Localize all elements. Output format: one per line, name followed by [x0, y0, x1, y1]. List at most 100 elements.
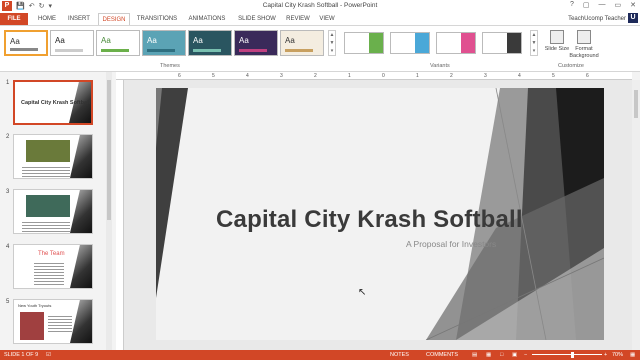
thumbnails-scrollbar[interactable]: [106, 72, 112, 350]
slide-thumbnail-4[interactable]: The Team: [13, 244, 93, 289]
format-background-button[interactable]: Format Background: [566, 30, 602, 60]
format-background-label: Format Background: [569, 46, 599, 59]
slide-title[interactable]: Capital City Krash Softball: [216, 206, 523, 234]
theme-sample-text: Aa: [239, 36, 249, 45]
theme-color-bar: [285, 49, 313, 52]
ruler-tick-label: 4: [518, 73, 521, 79]
tab-slide-show[interactable]: SLIDE SHOW: [236, 13, 278, 25]
variant-thumbnail[interactable]: [482, 32, 522, 54]
theme-thumbnail[interactable]: Aa: [4, 30, 48, 56]
ruler-tick-label: 3: [484, 73, 487, 79]
minimize-icon[interactable]: —: [599, 1, 606, 9]
thumb-title: Capital City Krash Softball: [21, 100, 91, 106]
ruler-tick-label: 3: [280, 73, 283, 79]
variant-thumbnail[interactable]: [344, 32, 384, 54]
theme-sample-text: Aa: [285, 36, 295, 45]
window-controls: ? ▢ — ▭ ✕: [570, 1, 636, 9]
slide-thumbnail-5[interactable]: New Youth Tryouts: [13, 299, 93, 344]
ruler-tick-label: 1: [416, 73, 419, 79]
theme-thumbnail[interactable]: Aa: [142, 30, 186, 56]
slide-thumbnails-pane: 1 Capital City Krash Softball 2 3 4 The …: [0, 72, 112, 350]
ribbon-display-icon[interactable]: ▢: [583, 1, 590, 9]
theme-thumbnail[interactable]: Aa: [50, 30, 94, 56]
tab-view[interactable]: VIEW: [316, 13, 338, 25]
theme-thumbnail[interactable]: Aa: [96, 30, 140, 56]
themes-gallery-scroll[interactable]: ▲ ▼ ▾: [328, 30, 336, 56]
help-icon[interactable]: ?: [570, 1, 574, 9]
thumb-number: 4: [6, 244, 10, 250]
slide-thumbnail-1[interactable]: Capital City Krash Softball: [13, 80, 93, 125]
zoom-out-icon[interactable]: −: [524, 352, 527, 358]
restore-icon[interactable]: ▭: [615, 1, 622, 9]
team-photo: [26, 140, 70, 162]
customize-group-label: Customize: [558, 63, 584, 69]
scroll-thumb[interactable]: [634, 90, 638, 118]
title-bar: P 💾 ↶ ↻ ▾ Capital City Krash Softball - …: [0, 0, 640, 12]
zoom-slider[interactable]: [532, 354, 602, 355]
slide-size-icon: [550, 30, 564, 44]
thumb-number: 3: [6, 189, 10, 195]
theme-color-bar: [101, 49, 129, 52]
theme-sample-text: Aa: [147, 36, 157, 45]
avatar[interactable]: U: [628, 13, 638, 23]
zoom-slider-handle[interactable]: [570, 352, 574, 358]
variant-color-stripe: [415, 33, 429, 53]
fit-slide-icon[interactable]: ▦: [630, 352, 635, 358]
tab-insert[interactable]: INSERT: [64, 13, 94, 25]
current-slide[interactable]: Capital City Krash Softball A Proposal f…: [156, 88, 604, 340]
thumb-title: New Youth Tryouts: [18, 303, 52, 308]
thumb-decor: [70, 135, 92, 178]
theme-sample-text: Aa: [55, 36, 65, 45]
team-photo: [26, 195, 70, 217]
thumb-decor: [70, 300, 92, 343]
comments-button[interactable]: COMMENTS: [426, 352, 458, 358]
user-name[interactable]: TeachUcomp Teacher: [568, 13, 626, 25]
theme-thumbnail[interactable]: Aa: [280, 30, 324, 56]
zoom-in-icon[interactable]: +: [604, 352, 607, 358]
theme-sample-text: Aa: [193, 36, 203, 45]
tab-design[interactable]: DESIGN: [98, 13, 130, 25]
slide-sorter-icon[interactable]: ▦: [486, 352, 491, 358]
theme-color-bar: [193, 49, 221, 52]
slide-scrollbar[interactable]: [632, 80, 640, 350]
close-icon[interactable]: ✕: [630, 1, 636, 9]
window-title: Capital City Krash Softball - PowerPoint: [262, 2, 378, 9]
ruler-tick-label: 6: [586, 73, 589, 79]
design-ribbon: Aa Aa Aa Aa Aa Aa Aa ▲ ▼ ▾ Themes ▲ ▼ ▾ Variants S…: [0, 25, 640, 72]
variant-thumbnail[interactable]: [436, 32, 476, 54]
thumb-decor: [70, 245, 92, 288]
theme-color-bar: [239, 49, 267, 52]
theme-thumbnail[interactable]: Aa: [234, 30, 278, 56]
tab-file[interactable]: FILE: [0, 13, 28, 25]
ruler-tick-label: 1: [348, 73, 351, 79]
thumb-decor: [70, 190, 92, 233]
player-photo: [20, 312, 44, 340]
normal-view-icon[interactable]: ▤: [472, 352, 477, 358]
theme-thumbnail[interactable]: Aa: [188, 30, 232, 56]
tab-review[interactable]: REVIEW: [284, 13, 312, 25]
ruler-tick-label: 5: [552, 73, 555, 79]
ruler-tick-label: 5: [212, 73, 215, 79]
thumb-text-lines: [22, 165, 70, 177]
variant-thumbnail[interactable]: [390, 32, 430, 54]
variant-color-stripe: [369, 33, 383, 53]
slide-subtitle[interactable]: A Proposal for Investors: [406, 239, 496, 249]
reading-view-icon[interactable]: □: [500, 352, 503, 358]
theme-sample-text: Aa: [10, 37, 20, 46]
spellcheck-icon[interactable]: ☑: [46, 352, 51, 358]
ruler-tick-label: 2: [450, 73, 453, 79]
horizontal-ruler: 6 5 4 3 2 1 0 1 2 3 4 5 6: [116, 72, 632, 80]
tab-home[interactable]: HOME: [34, 13, 60, 25]
variants-gallery-scroll[interactable]: ▲ ▼ ▾: [530, 30, 538, 56]
thumb-text-lines: [22, 220, 70, 232]
slideshow-icon[interactable]: ▣: [512, 352, 517, 358]
slide-thumbnail-2[interactable]: [13, 134, 93, 179]
vertical-ruler: [116, 80, 124, 350]
notes-button[interactable]: NOTES: [390, 352, 409, 358]
scroll-thumb[interactable]: [107, 80, 111, 220]
tab-animations[interactable]: ANIMATIONS: [184, 13, 230, 25]
theme-color-bar: [10, 48, 38, 51]
tab-transitions[interactable]: TRANSITIONS: [134, 13, 180, 25]
slide-thumbnail-3[interactable]: [13, 189, 93, 234]
zoom-level[interactable]: 70%: [612, 352, 623, 358]
